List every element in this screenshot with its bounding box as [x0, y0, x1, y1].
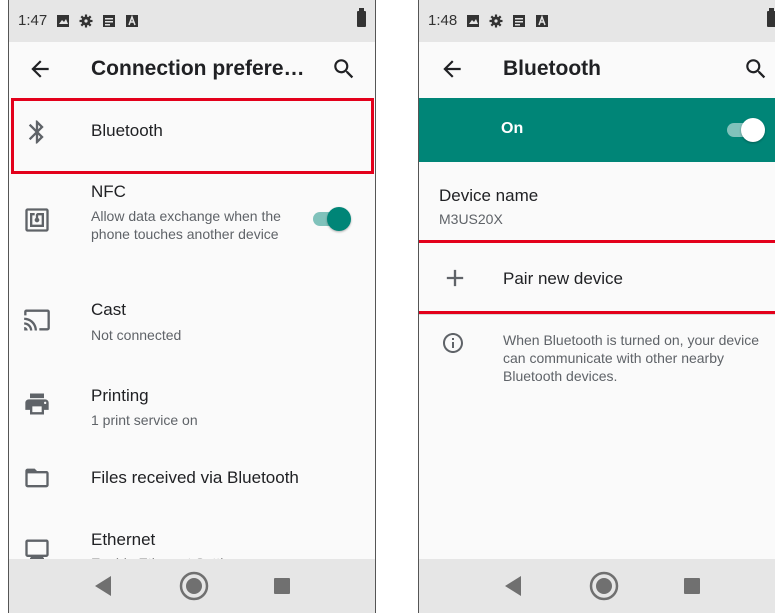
master-switch-label: On	[501, 120, 524, 137]
pair-new-device-label: Pair new device	[503, 269, 624, 288]
status-bar: 1:48	[419, 0, 775, 42]
list-item-title: Cast	[91, 300, 126, 319]
nav-home-icon[interactable]	[589, 571, 619, 601]
device-name-item[interactable]: Device name M3US20X	[419, 162, 775, 242]
clipboard-notification-icon	[103, 15, 115, 27]
settings-notification-icon	[489, 14, 503, 28]
page-title: Bluetooth	[503, 57, 601, 80]
plus-icon	[446, 269, 464, 287]
bluetooth-info-text: When Bluetooth is turned on, your device…	[503, 332, 760, 384]
a-notification-icon	[126, 14, 138, 27]
list-item-files-received[interactable]: Files received via Bluetooth	[9, 444, 375, 516]
image-notification-icon	[467, 15, 479, 27]
nfc-toggle-switch[interactable]	[311, 206, 351, 232]
app-bar: Bluetooth	[419, 42, 775, 98]
nav-home-icon[interactable]	[179, 571, 209, 601]
list-item-subtitle: Allow data exchange when the phone touch…	[91, 208, 281, 242]
list-item-nfc[interactable]: NFC Allow data exchange when the phone t…	[9, 174, 375, 276]
list-item-cast[interactable]: Cast Not connected	[9, 276, 375, 360]
status-bar: 1:47	[9, 0, 375, 42]
status-time: 1:47	[18, 12, 48, 29]
status-time: 1:48	[428, 12, 458, 29]
nav-back-icon[interactable]	[503, 575, 523, 597]
list-item-title: NFC	[91, 182, 126, 201]
cast-icon	[24, 309, 50, 331]
navigation-bar	[9, 559, 375, 613]
bluetooth-info-item: When Bluetooth is turned on, your device…	[419, 315, 775, 405]
list-item-title: Printing	[91, 386, 149, 405]
search-icon[interactable]	[331, 56, 357, 82]
settings-notification-icon	[79, 14, 93, 28]
device-name-value: M3US20X	[439, 211, 503, 227]
device-name-label: Device name	[439, 186, 539, 205]
app-bar: Connection preferences	[9, 42, 375, 98]
list-item-subtitle: 1 print service on	[91, 412, 198, 428]
clipboard-notification-icon	[513, 15, 525, 27]
left-phone-screen: 1:47 Connection preferences Bluetooth NF…	[8, 0, 376, 613]
nav-recent-apps-icon[interactable]	[684, 578, 700, 594]
bluetooth-toggle-switch[interactable]	[725, 117, 765, 143]
status-notification-icons	[56, 14, 139, 28]
navigation-bar	[419, 559, 775, 613]
a-notification-icon	[536, 14, 548, 27]
pair-new-device-item[interactable]: Pair new device	[419, 242, 775, 314]
back-arrow-icon[interactable]	[439, 56, 465, 82]
list-item-title: Ethernet	[91, 530, 156, 549]
right-phone-screen: 1:48 Bluetooth On Device name M3US20X Pa…	[418, 0, 775, 613]
print-icon	[25, 393, 49, 415]
battery-icon	[767, 8, 775, 27]
info-icon	[443, 333, 463, 353]
folder-icon	[25, 468, 49, 488]
list-item-subtitle: Not connected	[91, 327, 182, 343]
image-notification-icon	[57, 15, 69, 27]
list-item-bluetooth[interactable]: Bluetooth	[9, 98, 375, 174]
search-icon[interactable]	[743, 56, 769, 82]
battery-icon	[357, 8, 366, 27]
status-notification-icons	[466, 14, 549, 28]
nfc-icon	[25, 208, 49, 232]
list-item-title: Bluetooth	[91, 121, 163, 140]
bluetooth-icon	[28, 120, 44, 144]
bluetooth-master-switch-bar[interactable]: On	[419, 98, 775, 162]
list-item-printing[interactable]: Printing 1 print service on	[9, 360, 375, 444]
list-item-title: Files received via Bluetooth	[91, 468, 299, 487]
back-arrow-icon[interactable]	[27, 56, 53, 82]
page-title: Connection preferences	[91, 57, 316, 80]
nav-back-icon[interactable]	[93, 575, 113, 597]
nav-recent-apps-icon[interactable]	[274, 578, 290, 594]
